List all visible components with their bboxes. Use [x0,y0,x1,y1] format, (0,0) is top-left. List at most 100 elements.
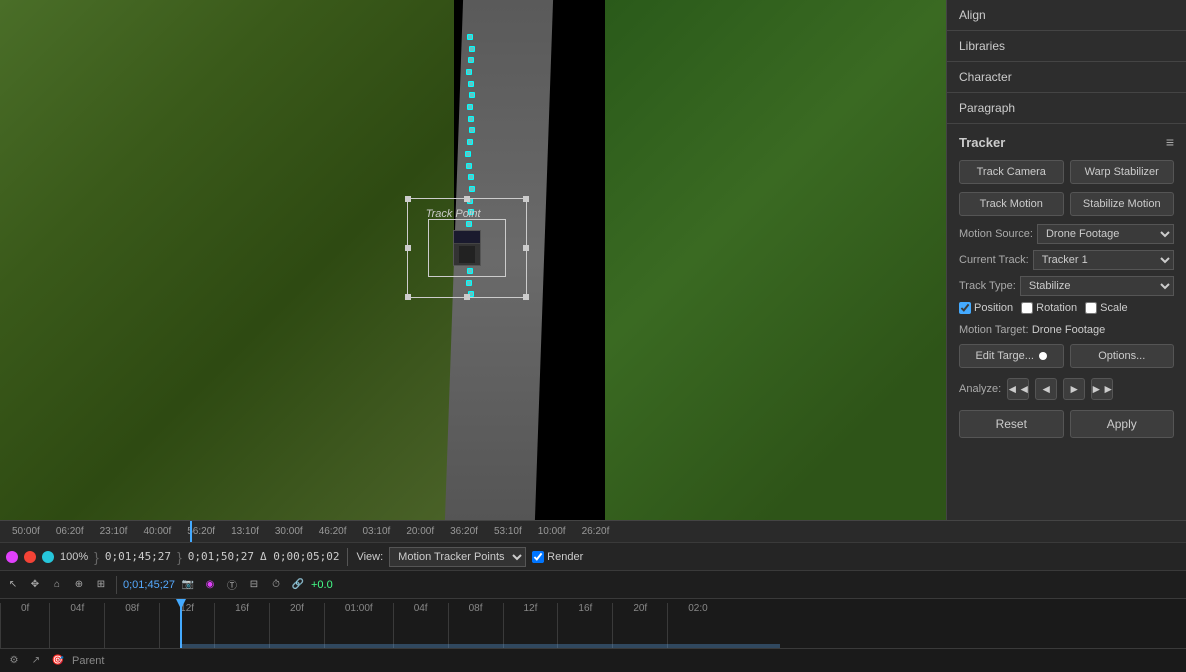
delta-time-display: Δ 0;00;05;02 [260,550,339,563]
view-select[interactable]: Motion Tracker Points [389,547,526,567]
ts-layers-icon[interactable]: ⊟ [245,576,263,594]
character-header[interactable]: Character [947,62,1186,92]
analyze-back-button[interactable]: ◄ [1035,378,1057,400]
current-track-row: Current Track: Tracker 1 [959,250,1174,270]
ts-arrow-icon[interactable]: ↖ [4,576,22,594]
options-button[interactable]: Options... [1070,344,1175,368]
ctrl-sep-1 [347,548,348,566]
rotation-checkbox[interactable] [1021,302,1033,314]
handle-lm[interactable] [405,245,411,251]
motion-target-row: Motion Target: Drone Footage [959,322,1174,336]
align-label: Align [959,8,986,22]
warp-stabilizer-button[interactable]: Warp Stabilizer [1070,160,1175,184]
ts-clock-icon[interactable]: ⏱ [267,576,285,594]
tl-mark-3: 40:00f [135,526,179,537]
controls-bar: 100% } 0;01;45;27 } 0;01;50;27 Δ 0;00;05… [0,542,1186,570]
motion-target-label: Motion Target: [959,324,1029,336]
analyze-row: Analyze: ◄◄ ◄ ► ►► [959,378,1174,400]
render-checkbox-row: Render [532,551,583,563]
rotation-checkbox-item[interactable]: Rotation [1021,302,1077,314]
timeline-bar-inner: 50:00f 06:20f 23:10f 40:00f 56:20f 13:10… [0,526,1186,537]
analyze-forward-button[interactable]: ► [1063,378,1085,400]
handle-br[interactable] [523,294,529,300]
track-motion-button[interactable]: Track Motion [959,192,1064,216]
bb-settings-icon[interactable]: ⚙ [6,653,22,669]
ts-grid-icon[interactable]: ⊞ [92,576,110,594]
handle-tm[interactable] [464,196,470,202]
tl-mark-12: 10:00f [530,526,574,537]
main-timeline[interactable]: 0f 04f 08f 12f 16f 20f 01:00f 04f 08f 12… [0,598,1186,648]
position-label: Position [974,302,1013,314]
timeline-bar[interactable]: 50:00f 06:20f 23:10f 40:00f 56:20f 13:10… [0,520,1186,542]
libraries-header[interactable]: Libraries [947,31,1186,61]
edit-target-button[interactable]: Edit Targe... [959,344,1064,368]
timeline-secondary: ↖ ✥ ⌂ ⊕ ⊞ 0;01;45;27 📷 ◉ Ⓣ ⊟ ⏱ 🔗 +0.0 [0,570,1186,598]
analyze-back-back-button[interactable]: ◄◄ [1007,378,1029,400]
render-checkbox[interactable] [532,551,544,563]
paragraph-label: Paragraph [959,101,1015,115]
analyze-forward-forward-button[interactable]: ►► [1091,378,1113,400]
position-checkbox[interactable] [959,302,971,314]
red-icon[interactable] [24,551,36,563]
scale-checkbox-item[interactable]: Scale [1085,302,1128,314]
end-time-display[interactable]: 0;01;50;27 [188,550,254,563]
ts-camera-icon[interactable]: 📷 [179,576,197,594]
ts-color2-icon[interactable]: ◉ [201,576,219,594]
analyze-label: Analyze: [959,383,1001,395]
track-camera-button[interactable]: Track Camera [959,160,1064,184]
color-icon[interactable] [6,551,18,563]
view-label: View: [356,551,383,563]
apply-button[interactable]: Apply [1070,410,1175,438]
handle-bl[interactable] [405,294,411,300]
mt-ruler: 0f 04f 08f 12f 16f 20f 01:00f 04f 08f 12… [0,599,1186,648]
handle-tl[interactable] [405,196,411,202]
scale-checkbox[interactable] [1085,302,1097,314]
ts-type-icon[interactable]: Ⓣ [223,576,241,594]
tl-mark-11: 53:10f [486,526,530,537]
position-checkbox-item[interactable]: Position [959,302,1013,314]
ts-link-icon[interactable]: ⊕ [70,576,88,594]
tl-mark-1: 06:20f [48,526,92,537]
tl-mark-5: 13:10f [223,526,267,537]
field-left [0,0,454,520]
reset-button[interactable]: Reset [959,410,1064,438]
bb-move-icon[interactable]: ↗ [28,653,44,669]
handle-bm[interactable] [464,294,470,300]
tracked-object [453,230,481,266]
parent-label: Parent [72,655,104,667]
tl-mark-13: 26:20f [574,526,618,537]
teal-icon[interactable] [42,551,54,563]
ts-home-icon[interactable]: ⌂ [48,576,66,594]
video-viewer: Track Point [0,0,946,520]
mt-mark-3: 12f [159,603,214,648]
ts-link2-icon[interactable]: 🔗 [289,576,307,594]
mt-mark-11: 20f [612,603,667,648]
stabilize-motion-button[interactable]: Stabilize Motion [1070,192,1175,216]
handle-rm[interactable] [523,245,529,251]
align-header[interactable]: Align [947,0,1186,30]
ts-div-1 [116,576,117,594]
mt-mark-0: 0f [0,603,49,648]
panel-section-paragraph: Paragraph [947,93,1186,124]
tracker-btn-row-1: Track Camera Warp Stabilizer [959,160,1174,184]
offset-display: +0.0 [311,579,333,591]
track-type-select[interactable]: Stabilize [1020,276,1174,296]
ts-move-icon[interactable]: ✥ [26,576,44,594]
time-divider-2: } [177,549,182,565]
current-track-select[interactable]: Tracker 1 [1033,250,1174,270]
current-time-display[interactable]: 0;01;45;27 [105,550,171,563]
tl-mark-9: 20:00f [398,526,442,537]
paragraph-header[interactable]: Paragraph [947,93,1186,123]
mt-mark-6: 01:00f [324,603,393,648]
timeline-playhead [190,521,192,542]
mt-mark-9: 12f [503,603,558,648]
mt-mark-12: 02:0 [667,603,727,648]
tl-mark-2: 23:10f [92,526,136,537]
tracker-menu-icon[interactable]: ≡ [1166,134,1174,150]
motion-source-select[interactable]: Drone Footage [1037,224,1174,244]
bb-parent-icon[interactable]: 🎯 [50,653,66,669]
main-timeline-playhead[interactable] [180,599,182,648]
handle-tr[interactable] [523,196,529,202]
motion-source-row: Motion Source: Drone Footage [959,224,1174,244]
tl-mark-8: 03:10f [355,526,399,537]
